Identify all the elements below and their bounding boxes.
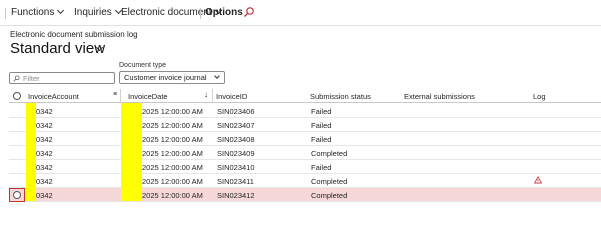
invoice-account-cell: 0342	[36, 121, 53, 130]
column-sort-icon: ≡	[113, 91, 118, 98]
submission-status-cell: Completed	[311, 177, 348, 186]
table-row[interactable]: 0342 2025 12:00:00 AM SIN023409 Complete…	[9, 146, 601, 160]
redaction-highlight	[121, 103, 142, 201]
invoice-date-cell: 2025 12:00:00 AM	[142, 177, 203, 186]
table-row[interactable]: 0342 2025 12:00:00 AM SIN023411 Complete…	[9, 174, 601, 188]
submission-status-cell: Completed	[311, 191, 348, 200]
action-pane: Functions Inquiries Electronic document …	[0, 0, 601, 26]
invoice-date-cell: 2025 12:00:00 AM	[142, 149, 203, 158]
column-invoiceid[interactable]: InvoiceID	[216, 92, 247, 101]
invoice-account-cell: 0342	[36, 135, 53, 144]
column-invoicedate[interactable]: InvoiceDate	[128, 92, 168, 101]
invoice-id-cell[interactable]: SIN023410	[217, 163, 255, 172]
row-select-radio[interactable]	[13, 191, 21, 199]
invoice-account-cell: 0342	[36, 191, 53, 200]
row-selector[interactable]	[9, 188, 25, 202]
functions-menu[interactable]: Functions	[11, 6, 65, 18]
filter-placeholder: Filter	[23, 74, 40, 83]
table-row[interactable]: 0342 2025 12:00:00 AM SIN023406 Failed	[9, 104, 601, 118]
submission-status-cell: Failed	[311, 163, 332, 172]
invoice-date-cell: 2025 12:00:00 AM	[142, 163, 203, 172]
document-type-label: Document type	[119, 62, 167, 69]
document-type-value: Customer invoice journal	[124, 73, 207, 82]
table-row[interactable]: 0342 2025 12:00:00 AM SIN023410 Failed	[9, 160, 601, 174]
select-all-radio[interactable]	[13, 92, 21, 100]
breadcrumb: Electronic document submission log	[10, 30, 138, 39]
redaction-highlight	[26, 103, 36, 201]
submission-status-cell: Failed	[311, 107, 332, 116]
grid-header: InvoiceAccount ≡ InvoiceDate ↓ InvoiceID…	[9, 89, 601, 103]
invoice-id-cell[interactable]: SIN023411	[217, 177, 254, 186]
invoice-account-cell: 0342	[36, 177, 53, 186]
submission-status-cell: Failed	[311, 121, 332, 130]
invoice-account-cell: 0342	[36, 107, 53, 116]
filter-input[interactable]: Filter	[9, 72, 115, 84]
invoice-account-cell: 0342	[36, 163, 53, 172]
invoice-date-cell: 2025 12:00:00 AM	[142, 107, 203, 116]
toolbar-divider	[5, 8, 6, 19]
search-icon	[13, 75, 20, 82]
chevron-down-icon	[214, 73, 220, 79]
table-row[interactable]: 0342 2025 12:00:00 AM SIN023407 Failed	[9, 118, 601, 132]
invoice-id-cell[interactable]: SIN023406	[217, 107, 255, 116]
column-log[interactable]: Log	[533, 92, 546, 101]
page-title[interactable]: Standard view	[10, 40, 105, 57]
invoice-date-cell: 2025 12:00:00 AM	[142, 135, 203, 144]
column-submission-status[interactable]: Submission status	[310, 92, 371, 101]
invoice-account-cell: 0342	[36, 149, 53, 158]
column-invoiceaccount[interactable]: InvoiceAccount	[28, 92, 79, 101]
invoice-id-cell[interactable]: SIN023409	[217, 149, 255, 158]
invoice-id-cell[interactable]: SIN023408	[217, 135, 255, 144]
document-type-select[interactable]: Customer invoice journal	[119, 71, 225, 84]
column-divider	[212, 89, 213, 103]
column-external-submissions[interactable]: External submissions	[404, 92, 475, 101]
invoice-date-cell: 2025 12:00:00 AM	[142, 121, 203, 130]
submission-status-cell: Completed	[311, 149, 348, 158]
sort-descending-icon[interactable]: ↓	[204, 90, 208, 99]
invoice-date-cell: 2025 12:00:00 AM	[142, 191, 203, 200]
submission-status-cell: Failed	[311, 135, 332, 144]
column-divider	[120, 89, 121, 103]
table-row-selected[interactable]: 0342 2025 12:00:00 AM SIN023412 Complete…	[9, 188, 601, 202]
options-menu[interactable]: Options	[205, 7, 243, 18]
warning-icon[interactable]	[534, 176, 542, 184]
search-icon[interactable]	[243, 6, 255, 18]
inquiries-menu[interactable]: Inquiries	[74, 6, 122, 18]
table-row[interactable]: 0342 2025 12:00:00 AM SIN023408 Failed	[9, 132, 601, 146]
invoice-id-cell[interactable]: SIN023412	[217, 191, 255, 200]
chevron-down-icon	[57, 6, 65, 15]
toolbar-divider	[200, 8, 201, 19]
invoice-id-cell[interactable]: SIN023407	[217, 121, 255, 130]
